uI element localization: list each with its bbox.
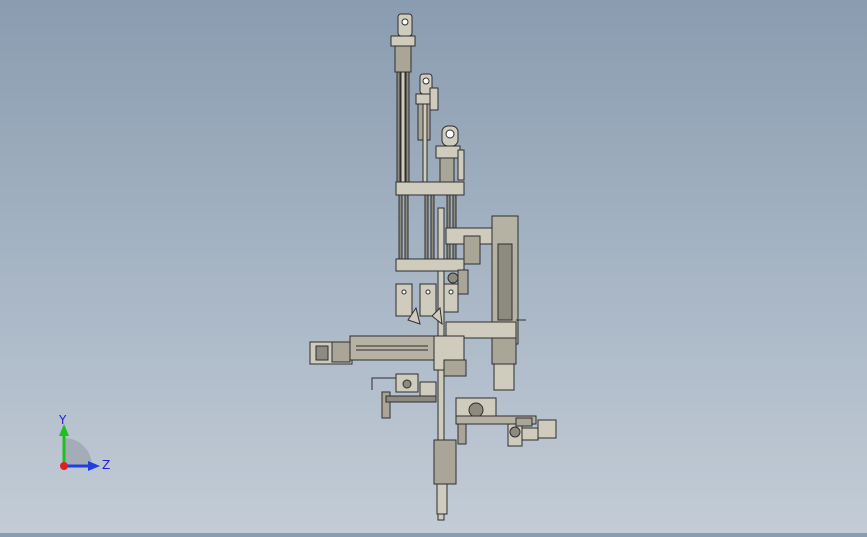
graphics-viewport[interactable] <box>0 0 867 533</box>
upper-cross-plate <box>395 181 465 196</box>
right-cylinder-assembly <box>435 125 465 183</box>
lower-cross-plate <box>395 258 465 272</box>
x-axis-dot-icon <box>60 462 68 470</box>
z-axis-arrow-icon <box>88 461 100 471</box>
y-axis-label: Y <box>58 413 67 427</box>
lower-left-gripper <box>371 373 437 419</box>
z-axis-label: Z <box>102 458 110 472</box>
horizontal-linear-module <box>309 335 467 377</box>
coordinate-triad: Y Z <box>58 413 110 472</box>
triad-shading <box>64 438 92 466</box>
middle-cylinder-assembly <box>415 73 439 185</box>
left-cylinder-assembly <box>390 13 416 183</box>
slider-blocks <box>395 269 469 326</box>
lower-right-arm <box>455 397 557 447</box>
cad-model[interactable] <box>0 0 867 533</box>
